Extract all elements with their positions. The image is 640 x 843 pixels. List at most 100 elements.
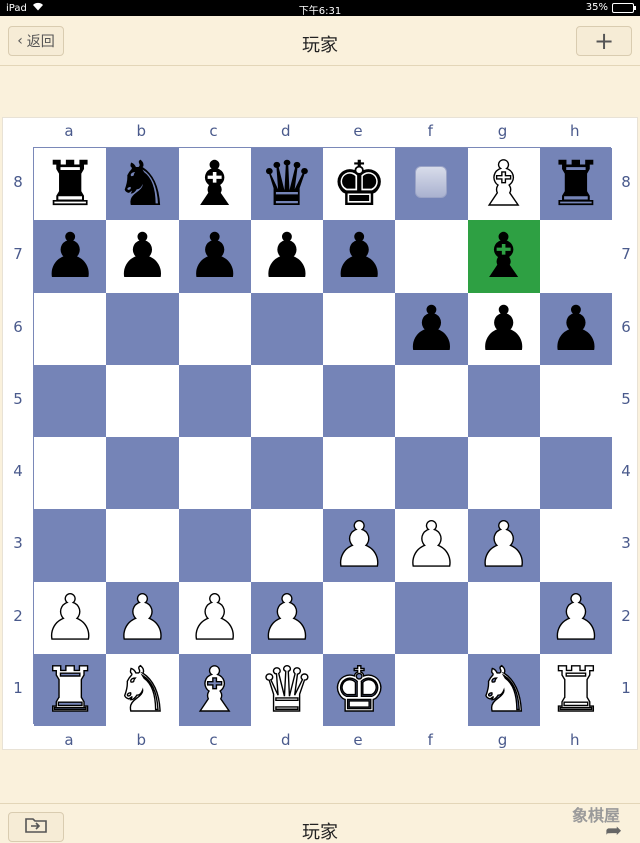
white-pawn-piece[interactable]: ♟ [395,509,467,581]
square-h6[interactable]: ♟ [539,292,612,365]
square-d1[interactable]: ♛ [250,653,323,726]
white-pawn-piece[interactable]: ♟ [540,582,612,654]
square-e5[interactable] [323,364,396,437]
square-b5[interactable] [106,364,179,437]
black-rook-piece[interactable]: ♜ [34,148,106,220]
black-pawn-piece[interactable]: ♟ [106,220,178,292]
square-e2[interactable] [323,581,396,654]
square-g2[interactable] [467,581,540,654]
square-c6[interactable] [178,292,251,365]
square-d7[interactable]: ♟ [250,220,323,293]
square-a4[interactable] [34,437,107,510]
white-queen-piece[interactable]: ♛ [251,654,323,726]
square-a7[interactable]: ♟ [34,220,107,293]
square-a3[interactable] [34,509,107,582]
square-d3[interactable] [250,509,323,582]
square-h3[interactable] [539,509,612,582]
black-rook-piece[interactable]: ♜ [540,148,612,220]
white-bishop-piece[interactable]: ♝ [468,148,540,220]
square-b4[interactable] [106,437,179,510]
white-pawn-piece[interactable]: ♟ [179,582,251,654]
add-button[interactable]: + [576,26,632,56]
black-pawn-piece[interactable]: ♟ [395,293,467,365]
black-king-piece[interactable]: ♚ [323,148,395,220]
square-d8[interactable]: ♛ [250,148,323,221]
share-button[interactable]: ➦ [605,818,622,842]
white-pawn-piece[interactable]: ♟ [106,582,178,654]
square-a8[interactable]: ♜ [34,148,107,221]
square-c4[interactable] [178,437,251,510]
white-pawn-piece[interactable]: ♟ [251,582,323,654]
square-f8[interactable] [395,148,468,221]
white-king-piece[interactable]: ♚ [323,654,395,726]
square-h4[interactable] [539,437,612,510]
square-f5[interactable] [395,364,468,437]
square-b8[interactable]: ♞ [106,148,179,221]
square-b2[interactable]: ♟ [106,581,179,654]
black-pawn-piece[interactable]: ♟ [179,220,251,292]
black-pawn-piece[interactable]: ♟ [34,220,106,292]
square-d4[interactable] [250,437,323,510]
black-pawn-piece[interactable]: ♟ [540,293,612,365]
square-a1[interactable]: ♜ [34,653,107,726]
square-a6[interactable] [34,292,107,365]
square-c8[interactable]: ♝ [178,148,251,221]
square-e6[interactable] [323,292,396,365]
white-knight-piece[interactable]: ♞ [468,654,540,726]
square-e8[interactable]: ♚ [323,148,396,221]
square-c5[interactable] [178,364,251,437]
black-pawn-piece[interactable]: ♟ [323,220,395,292]
white-pawn-piece[interactable]: ♟ [468,509,540,581]
black-pawn-piece[interactable]: ♟ [251,220,323,292]
square-h8[interactable]: ♜ [539,148,612,221]
square-h2[interactable]: ♟ [539,581,612,654]
square-g4[interactable] [467,437,540,510]
square-d6[interactable] [250,292,323,365]
square-e3[interactable]: ♟ [323,509,396,582]
square-d5[interactable] [250,364,323,437]
square-g6[interactable]: ♟ [467,292,540,365]
square-h7[interactable] [539,220,612,293]
white-pawn-piece[interactable]: ♟ [323,509,395,581]
square-g3[interactable]: ♟ [467,509,540,582]
square-h5[interactable] [539,364,612,437]
square-b3[interactable] [106,509,179,582]
white-bishop-piece[interactable]: ♝ [179,654,251,726]
square-e7[interactable]: ♟ [323,220,396,293]
open-folder-button[interactable] [8,812,64,842]
square-d2[interactable]: ♟ [250,581,323,654]
black-bishop-piece[interactable]: ♝ [179,148,251,220]
black-knight-piece[interactable]: ♞ [106,148,178,220]
black-queen-piece[interactable]: ♛ [251,148,323,220]
square-g7[interactable]: ♝ [467,220,540,293]
white-knight-piece[interactable]: ♞ [106,654,178,726]
square-a2[interactable]: ♟ [34,581,107,654]
square-f2[interactable] [395,581,468,654]
square-b1[interactable]: ♞ [106,653,179,726]
move-target-marker[interactable] [415,166,448,198]
back-button[interactable]: ‹ 返回 [8,26,64,56]
white-pawn-piece[interactable]: ♟ [34,582,106,654]
square-g5[interactable] [467,364,540,437]
white-rook-piece[interactable]: ♜ [540,654,612,726]
square-e4[interactable] [323,437,396,510]
square-a5[interactable] [34,364,107,437]
square-g8[interactable]: ♝ [467,148,540,221]
square-f6[interactable]: ♟ [395,292,468,365]
square-c1[interactable]: ♝ [178,653,251,726]
square-b6[interactable] [106,292,179,365]
square-f4[interactable] [395,437,468,510]
square-g1[interactable]: ♞ [467,653,540,726]
square-c7[interactable]: ♟ [178,220,251,293]
square-c3[interactable] [178,509,251,582]
square-f3[interactable]: ♟ [395,509,468,582]
white-rook-piece[interactable]: ♜ [34,654,106,726]
square-f1[interactable] [395,653,468,726]
square-h1[interactable]: ♜ [539,653,612,726]
square-f7[interactable] [395,220,468,293]
black-bishop-piece[interactable]: ♝ [468,220,540,292]
square-b7[interactable]: ♟ [106,220,179,293]
square-c2[interactable]: ♟ [178,581,251,654]
square-e1[interactable]: ♚ [323,653,396,726]
black-pawn-piece[interactable]: ♟ [468,293,540,365]
